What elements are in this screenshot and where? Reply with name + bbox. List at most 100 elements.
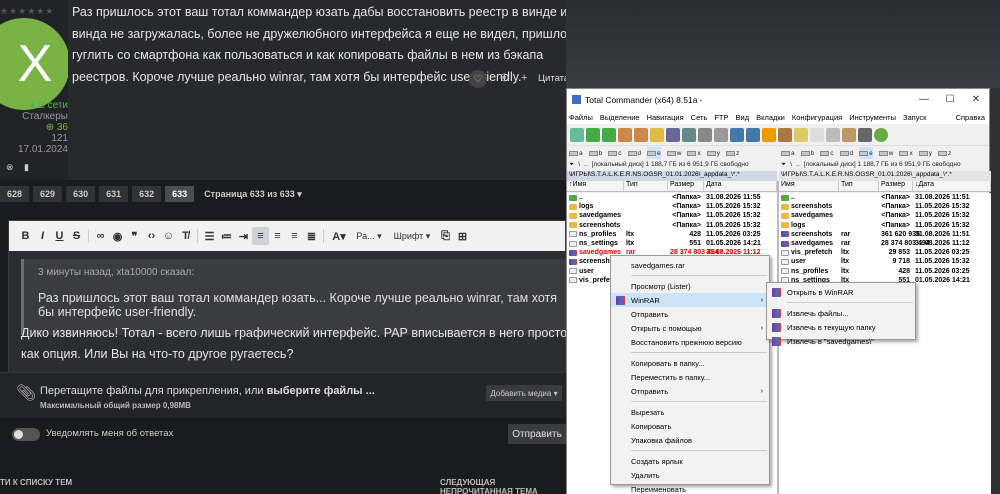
quote-icon[interactable]: ❞	[126, 227, 143, 245]
file-row[interactable]: ns_settings ltx 551 01.05.2026 14:21	[567, 239, 777, 248]
zip-icon[interactable]	[842, 127, 856, 142]
drive-d[interactable]: d	[839, 147, 853, 159]
code-icon[interactable]: ‹›	[143, 227, 160, 245]
doc-icon[interactable]	[810, 127, 824, 142]
refresh-icon[interactable]	[570, 127, 584, 142]
bold-button[interactable]: B	[17, 227, 34, 245]
page-629[interactable]: 629	[33, 186, 63, 202]
drive-d[interactable]: d	[627, 147, 641, 159]
col-name[interactable]: ↑Имя	[567, 181, 624, 191]
notify-toggle[interactable]	[12, 428, 40, 441]
file-row[interactable]: screenshots <Папка> 11.05.2026 15:32	[779, 202, 991, 211]
drive-y[interactable]: y	[706, 147, 720, 159]
maximize-button[interactable]: ☐	[937, 94, 963, 105]
bookmark-icon[interactable]	[650, 127, 664, 142]
align-justify-icon[interactable]: ≣	[303, 227, 320, 245]
col-type[interactable]: Тип	[839, 181, 879, 191]
menu-item[interactable]: Извлечь файлы...	[767, 306, 915, 320]
root-button[interactable]: \	[578, 161, 580, 168]
file-row[interactable]: user ltx 9 718 11.05.2026 15:32	[779, 257, 991, 266]
drive-a[interactable]: a	[569, 147, 583, 159]
col-size[interactable]: Размер	[879, 181, 913, 191]
title-bar[interactable]: Total Commander (x64) 8.51a - — ☐ ✕	[567, 89, 989, 110]
up-button[interactable]: ..	[584, 161, 588, 168]
col-date[interactable]: ↓Дата	[913, 181, 991, 191]
col-size[interactable]: Размер	[668, 181, 704, 191]
warning-icon[interactable]	[762, 127, 776, 142]
page-630[interactable]: 630	[66, 186, 96, 202]
menu-selection[interactable]: Выделение	[600, 113, 640, 122]
up-button[interactable]: ..	[796, 161, 800, 168]
menu-item[interactable]: Создать ярлык	[611, 454, 769, 468]
drive-c[interactable]: c	[608, 147, 622, 159]
insert-icon[interactable]: ⎘	[437, 227, 454, 245]
menu-item[interactable]: Упаковка файлов	[611, 433, 769, 447]
col-type[interactable]: Тип	[624, 181, 668, 191]
text-color-icon[interactable]: A▾	[327, 227, 351, 245]
add-media-button[interactable]: Добавить медиа ▾	[486, 385, 562, 401]
ftp-icon[interactable]	[730, 127, 744, 142]
menu-item[interactable]: Переименовать	[611, 482, 769, 494]
menu-view[interactable]: Вид	[736, 113, 750, 122]
drive-w[interactable]: w	[878, 147, 893, 159]
drive-b[interactable]: b	[588, 147, 602, 159]
menu-item[interactable]: savedgames.rar	[611, 258, 769, 272]
font-size-select[interactable]: Ра... ▾	[351, 227, 387, 245]
file-row[interactable]: screenshots rar 361 620 935 31.08.2026 11:5…	[779, 230, 991, 239]
menu-item[interactable]: Отправить ›	[611, 384, 769, 398]
page-631[interactable]: 631	[99, 186, 129, 202]
menu-start[interactable]: Запуск	[903, 113, 926, 122]
file-row[interactable]: savedgames rar 28 374 803 494 31.08.2026 11…	[779, 239, 991, 248]
properties-icon[interactable]	[714, 127, 728, 142]
menu-item[interactable]: Просмотр (Lister)	[611, 279, 769, 293]
drive-e[interactable]: e	[647, 147, 661, 159]
menu-navigation[interactable]: Навигация	[647, 113, 684, 122]
drive-x[interactable]: x	[687, 147, 701, 159]
menu-tabs[interactable]: Вкладки	[756, 113, 785, 122]
menu-item[interactable]: Переместить в папку...	[611, 370, 769, 384]
menu-item[interactable]: Вырезать	[611, 405, 769, 419]
menu-network[interactable]: Сеть	[691, 113, 708, 122]
drive-z[interactable]: z	[937, 147, 951, 159]
drive-w[interactable]: w	[666, 147, 681, 159]
find-icon[interactable]	[682, 127, 696, 142]
close-button[interactable]: ✕	[963, 94, 989, 105]
clear-format-icon[interactable]: T̸	[177, 227, 194, 245]
forward-icon[interactable]	[602, 127, 616, 142]
align-center-icon[interactable]: ≡	[269, 227, 286, 245]
page-633[interactable]: 633	[165, 186, 195, 202]
drive-e[interactable]: e	[859, 147, 873, 159]
drive-x[interactable]: x	[899, 147, 913, 159]
file-row[interactable]: .. <Папка> 31.08.2026 11:55	[567, 193, 777, 202]
reply-text[interactable]: Дико извиняюсь! Тотал - всего лишь графи…	[21, 323, 569, 365]
file-row[interactable]: ns_profiles ltx 428 11.05.2026 03:25	[567, 230, 777, 239]
menu-item[interactable]: Извлечь в текущую папку	[767, 320, 915, 334]
reaction-icon[interactable]: ♡	[469, 70, 487, 88]
menu-item[interactable]: Открыть в WinRAR	[767, 285, 915, 299]
menu-item[interactable]: Извлечь в "savedgames\"	[767, 334, 915, 348]
menu-config[interactable]: Конфигурация	[792, 113, 842, 122]
menu-help[interactable]: Справка	[956, 113, 989, 122]
file-row[interactable]: logs <Папка> 11.05.2026 15:32	[779, 221, 991, 230]
drive-b[interactable]: b	[800, 147, 814, 159]
italic-button[interactable]: I	[34, 227, 51, 245]
drive-a[interactable]: a	[781, 147, 795, 159]
col-date[interactable]: Дата	[704, 181, 777, 191]
root-button[interactable]: \	[790, 161, 792, 168]
menu-files[interactable]: Файлы	[569, 113, 593, 122]
menu-item[interactable]: WinRAR ›	[611, 293, 769, 307]
menu-item[interactable]: Отправить	[611, 307, 769, 321]
menu-item[interactable]: Копировать	[611, 419, 769, 433]
file-row[interactable]: .. <Папка> 31.08.2026 11:51	[779, 193, 991, 202]
network-icon[interactable]	[746, 127, 760, 142]
minimize-button[interactable]: —	[911, 94, 937, 105]
globe-icon[interactable]	[874, 127, 888, 142]
indent-icon[interactable]: ⇥	[235, 227, 252, 245]
back-to-list-link[interactable]: ТИ К СПИСКУ ТЕМ	[0, 478, 72, 487]
strike-button[interactable]: S	[68, 227, 85, 245]
spoiler-icon[interactable]: ◉	[109, 227, 126, 245]
quote-button[interactable]: Цитата	[538, 73, 569, 84]
file-row[interactable]: ns_profiles ltx 428 11.05.2026 03:25	[779, 267, 991, 276]
page-628[interactable]: 628	[0, 186, 30, 202]
link-icon[interactable]: ∞	[92, 227, 109, 245]
